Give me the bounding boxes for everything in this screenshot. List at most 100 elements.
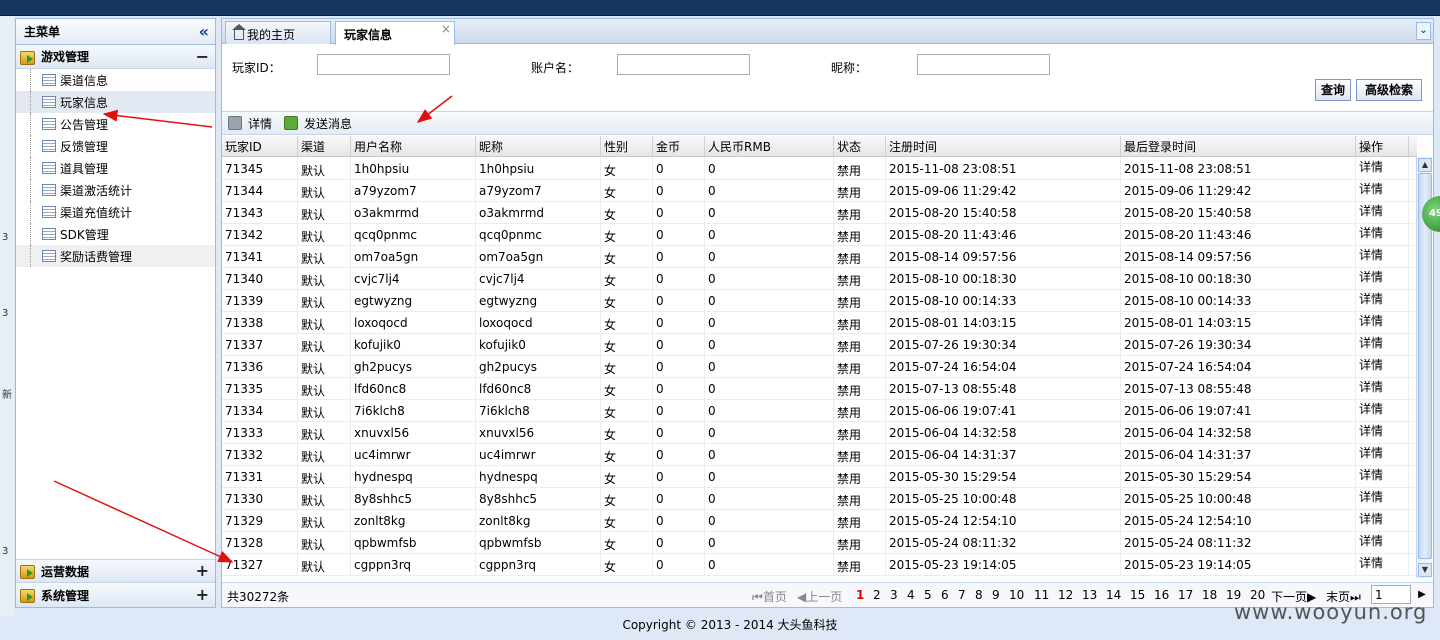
account-input[interactable] xyxy=(617,54,750,75)
sidebar-item-feedback[interactable]: 反馈管理 xyxy=(16,135,215,157)
table-row[interactable]: 71339 默认 egtwyzng egtwyzng 女 0 0 禁用 2015-08-10 0… xyxy=(222,290,1417,312)
row-detail-link[interactable]: 详情 xyxy=(1356,466,1409,487)
prev-page-link[interactable]: ◀上一页 xyxy=(797,588,842,605)
sidebar-item-reward-credit[interactable]: 奖励话费管理 xyxy=(16,245,215,267)
page-number-link[interactable]: 17 xyxy=(1178,588,1193,602)
player-id-input[interactable] xyxy=(317,54,450,75)
row-detail-link[interactable]: 详情 xyxy=(1356,180,1409,201)
column-header[interactable]: 最后登录时间 xyxy=(1121,136,1356,156)
table-row[interactable]: 71334 默认 7i6klch8 7i6klch8 女 0 0 禁用 2015-06-06 1… xyxy=(222,400,1417,422)
table-row[interactable]: 71333 默认 xnuvxl56 xnuvxl56 女 0 0 禁用 2015-06-04 1… xyxy=(222,422,1417,444)
advanced-search-button[interactable]: 高级检索 xyxy=(1356,79,1423,101)
table-row[interactable]: 71328 默认 qpbwmfsb qpbwmfsb 女 0 0 禁用 2015-05-24 0… xyxy=(222,532,1417,554)
row-detail-link[interactable]: 详情 xyxy=(1356,378,1409,399)
first-page-link[interactable]: ⏮首页 xyxy=(752,588,787,605)
nickname-input[interactable] xyxy=(917,54,1050,75)
column-header[interactable]: 用户名称 xyxy=(351,136,476,156)
search-button[interactable]: 查询 xyxy=(1315,79,1352,101)
column-header[interactable]: 渠道 xyxy=(298,136,351,156)
sidebar-item-player-info[interactable]: 玩家信息 xyxy=(16,91,215,113)
tab-home[interactable]: 我的主页 xyxy=(225,21,331,44)
row-detail-link[interactable]: 详情 xyxy=(1356,444,1409,465)
expand-section-icon[interactable]: + xyxy=(196,563,209,579)
table-row[interactable]: 71336 默认 gh2pucys gh2pucys 女 0 0 禁用 2015-07-24 1… xyxy=(222,356,1417,378)
scroll-up-icon[interactable]: ▲ xyxy=(1418,158,1432,172)
collapse-sidebar-icon[interactable]: « xyxy=(199,23,209,40)
column-header[interactable]: 操作 xyxy=(1356,136,1409,156)
page-number-link[interactable]: 3 xyxy=(890,588,898,602)
sidebar-item-channel-info[interactable]: 渠道信息 xyxy=(16,69,215,91)
page-number-link[interactable]: 12 xyxy=(1058,588,1073,602)
page-number-link[interactable]: 18 xyxy=(1202,588,1217,602)
page-number-link[interactable]: 6 xyxy=(941,588,949,602)
table-row[interactable]: 71344 默认 a79yzom7 a79yzom7 女 0 0 禁用 2015-09-06 1… xyxy=(222,180,1417,202)
column-header[interactable]: 人民币RMB xyxy=(705,136,834,156)
table-header: 玩家ID 渠道 用户名称 昵称 性别 金币 人民币RMB 状态 注册时间 最后登录时间 操作 xyxy=(222,136,1417,157)
table-row[interactable]: 71331 默认 hydnespq hydnespq 女 0 0 禁用 2015-05-30 1… xyxy=(222,466,1417,488)
sidebar-item-items[interactable]: 道具管理 xyxy=(16,157,215,179)
row-detail-link[interactable]: 详情 xyxy=(1356,510,1409,531)
sidebar-item-sdk[interactable]: SDK管理 xyxy=(16,223,215,245)
column-header[interactable]: 金币 xyxy=(653,136,705,156)
row-detail-link[interactable]: 详情 xyxy=(1356,290,1409,311)
table-row[interactable]: 71332 默认 uc4imrwr uc4imrwr 女 0 0 禁用 2015-06-04 1… xyxy=(222,444,1417,466)
row-detail-link[interactable]: 详情 xyxy=(1356,554,1409,575)
page-number-link[interactable]: 7 xyxy=(958,588,966,602)
table-row[interactable]: 71342 默认 qcq0pnmc qcq0pnmc 女 0 0 禁用 2015-08-20 1… xyxy=(222,224,1417,246)
expand-section-icon[interactable]: + xyxy=(196,587,209,603)
row-detail-link[interactable]: 详情 xyxy=(1356,312,1409,333)
row-detail-link[interactable]: 详情 xyxy=(1356,158,1409,179)
page-number-link[interactable]: 16 xyxy=(1154,588,1169,602)
table-row[interactable]: 71327 默认 cgppn3rq cgppn3rq 女 0 0 禁用 2015-05-23 1… xyxy=(222,554,1417,576)
send-message-button[interactable]: 发送消息 xyxy=(284,115,352,132)
page-number-link[interactable]: 15 xyxy=(1130,588,1145,602)
table-row[interactable]: 71343 默认 o3akmrmd o3akmrmd 女 0 0 禁用 2015-08-20 1… xyxy=(222,202,1417,224)
section-game-management[interactable]: 游戏管理 − xyxy=(16,45,215,69)
tab-scroll-icon[interactable]: ⌄ xyxy=(1416,22,1431,40)
row-detail-link[interactable]: 详情 xyxy=(1356,246,1409,267)
close-tab-icon[interactable]: × xyxy=(441,22,451,36)
sidebar-item-announcements[interactable]: 公告管理 xyxy=(16,113,215,135)
column-header[interactable]: 昵称 xyxy=(476,136,601,156)
page-number-link[interactable]: 8 xyxy=(975,588,983,602)
column-header[interactable]: 玩家ID xyxy=(222,136,298,156)
table-row[interactable]: 71337 默认 kofujik0 kofujik0 女 0 0 禁用 2015-07-26 1… xyxy=(222,334,1417,356)
section-system-management[interactable]: 系统管理 + xyxy=(16,583,215,607)
row-detail-link[interactable]: 详情 xyxy=(1356,356,1409,377)
row-detail-link[interactable]: 详情 xyxy=(1356,532,1409,553)
page-number-link[interactable]: 5 xyxy=(924,588,932,602)
scroll-thumb[interactable] xyxy=(1418,173,1432,559)
table-row[interactable]: 71341 默认 om7oa5gn om7oa5gn 女 0 0 禁用 2015-08-14 0… xyxy=(222,246,1417,268)
row-detail-link[interactable]: 详情 xyxy=(1356,268,1409,289)
column-header[interactable]: 状态 xyxy=(834,136,886,156)
table-row[interactable]: 71330 默认 8y8shhc5 8y8shhc5 女 0 0 禁用 2015-05-25 1… xyxy=(222,488,1417,510)
page-number-link[interactable]: 10 xyxy=(1009,588,1024,602)
column-header[interactable]: 注册时间 xyxy=(886,136,1121,156)
table-row[interactable]: 71335 默认 lfd60nc8 lfd60nc8 女 0 0 禁用 2015-07-13 0… xyxy=(222,378,1417,400)
section-operations-data[interactable]: 运营数据 + xyxy=(16,559,215,583)
page-number-link[interactable]: 14 xyxy=(1106,588,1121,602)
tab-player-info[interactable]: 玩家信息 × xyxy=(335,21,455,45)
page-number-link[interactable]: 2 xyxy=(873,588,881,602)
table-row[interactable]: 71340 默认 cvjc7lj4 cvjc7lj4 女 0 0 禁用 2015-08-10 0… xyxy=(222,268,1417,290)
sidebar-item-channel-recharge[interactable]: 渠道充值统计 xyxy=(16,201,215,223)
page-number-link[interactable]: 1 xyxy=(856,588,864,602)
scroll-down-icon[interactable]: ▼ xyxy=(1418,563,1432,577)
row-detail-link[interactable]: 详情 xyxy=(1356,488,1409,509)
page-number-link[interactable]: 13 xyxy=(1082,588,1097,602)
table-row[interactable]: 71345 默认 1h0hpsiu 1h0hpsiu 女 0 0 禁用 2015-11-08 2… xyxy=(222,158,1417,180)
column-header[interactable]: 性别 xyxy=(601,136,653,156)
collapse-section-icon[interactable]: − xyxy=(196,48,209,65)
sidebar-item-channel-activation[interactable]: 渠道激活统计 xyxy=(16,179,215,201)
table-row[interactable]: 71338 默认 loxoqocd loxoqocd 女 0 0 禁用 2015-08-01 1… xyxy=(222,312,1417,334)
table-row[interactable]: 71329 默认 zonlt8kg zonlt8kg 女 0 0 禁用 2015-05-24 1… xyxy=(222,510,1417,532)
row-detail-link[interactable]: 详情 xyxy=(1356,422,1409,443)
page-number-link[interactable]: 4 xyxy=(907,588,915,602)
row-detail-link[interactable]: 详情 xyxy=(1356,334,1409,355)
row-detail-link[interactable]: 详情 xyxy=(1356,224,1409,245)
page-number-link[interactable]: 9 xyxy=(992,588,1000,602)
row-detail-link[interactable]: 详情 xyxy=(1356,202,1409,223)
page-number-link[interactable]: 11 xyxy=(1034,588,1049,602)
detail-button[interactable]: 详情 xyxy=(228,115,272,132)
row-detail-link[interactable]: 详情 xyxy=(1356,400,1409,421)
